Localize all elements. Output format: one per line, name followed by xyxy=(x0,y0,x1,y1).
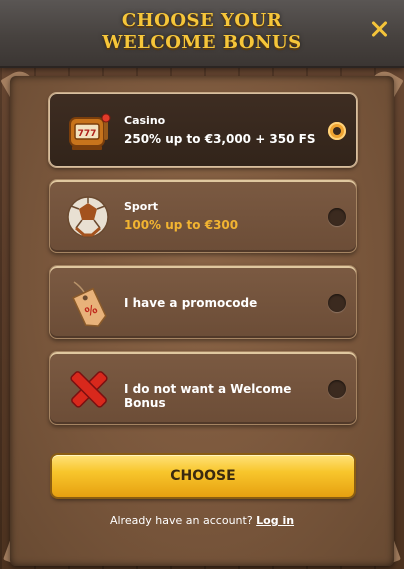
option-subtitle: 100% up to €300 xyxy=(124,218,239,232)
modal-header: CHOOSE YOUR WELCOME BONUS xyxy=(0,0,404,68)
title-line-1: CHOOSE YOUR xyxy=(121,10,283,31)
modal-title: CHOOSE YOUR WELCOME BONUS xyxy=(0,10,404,54)
option-title: Casino xyxy=(124,114,166,127)
option-sport[interactable]: Sport 100% up to €300 xyxy=(49,179,357,253)
choose-button[interactable]: CHOOSE xyxy=(52,455,354,497)
svg-text:777: 777 xyxy=(78,129,97,139)
option-casino[interactable]: 777 Casino 250% up to €3,000 + 350 FS xyxy=(49,93,357,167)
slot-machine-icon: 777 xyxy=(69,113,111,150)
option-promocode[interactable]: % I have a promocode xyxy=(49,265,357,339)
option-title: I have a promocode xyxy=(124,296,258,310)
radio-promocode[interactable] xyxy=(328,294,346,312)
close-icon[interactable] xyxy=(368,18,390,40)
option-title: I do not want a Welcome Bonus xyxy=(124,382,292,410)
option-subtitle: 250% up to €3,000 + 350 FS xyxy=(124,132,316,146)
title-line-2: WELCOME BONUS xyxy=(102,32,302,53)
radio-no-bonus[interactable] xyxy=(328,380,346,398)
login-link[interactable]: Log in xyxy=(256,514,294,527)
radio-casino[interactable] xyxy=(328,122,346,140)
radio-sport[interactable] xyxy=(328,208,346,226)
option-no-bonus[interactable]: I do not want a Welcome Bonus xyxy=(49,351,357,425)
option-title: Sport xyxy=(124,200,159,213)
red-cross-icon xyxy=(70,371,108,408)
login-prompt-text: Already have an account? xyxy=(109,514,253,527)
login-prompt: Already have an account? Log in xyxy=(0,514,404,527)
football-icon xyxy=(67,196,109,238)
price-tag-icon: % xyxy=(72,281,107,327)
